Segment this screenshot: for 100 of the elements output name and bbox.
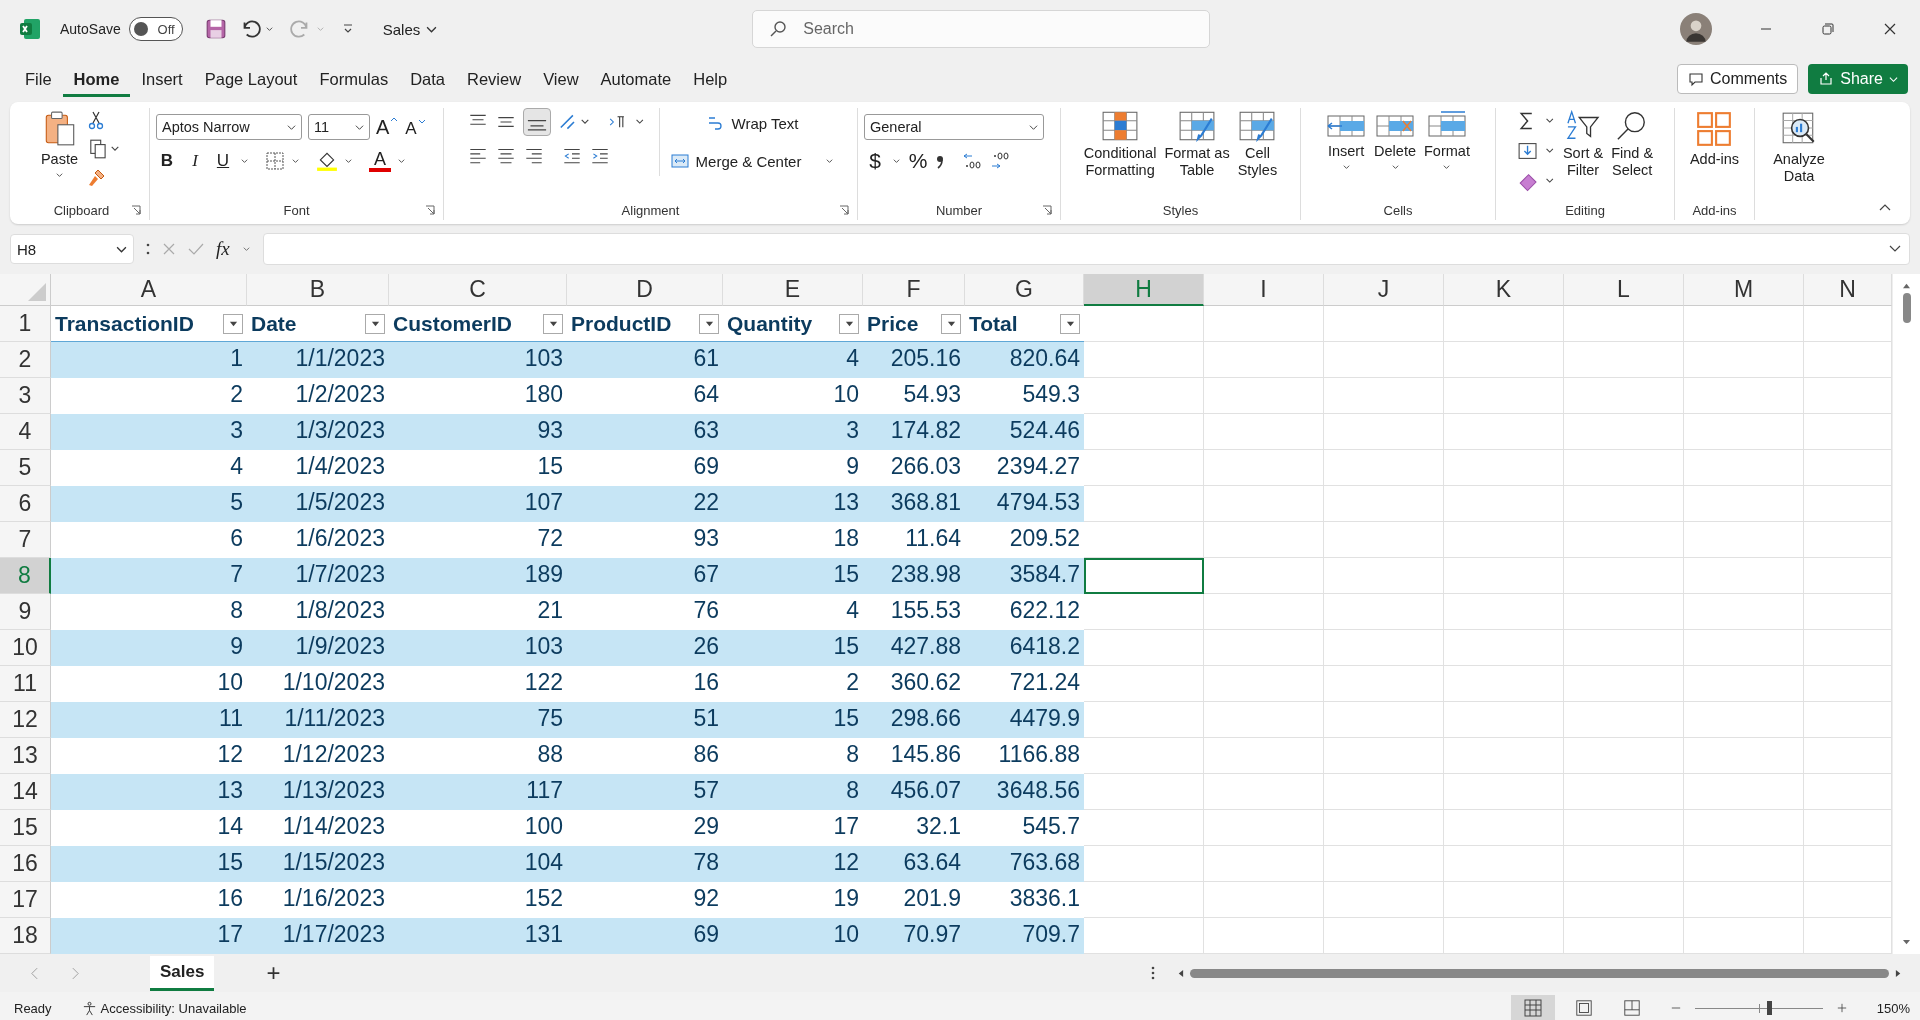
accessibility-button[interactable]: Accessibility: Unavailable	[81, 1000, 247, 1016]
menu-tab[interactable]: Home	[62, 61, 131, 97]
empty-cell[interactable]	[1084, 738, 1204, 774]
row-header[interactable]: 2	[0, 342, 51, 378]
empty-cell[interactable]	[1564, 666, 1684, 702]
empty-cell[interactable]	[1324, 702, 1444, 738]
filter-dropdown-button[interactable]	[1060, 313, 1080, 334]
zoom-level[interactable]: 150%	[1876, 1000, 1910, 1016]
styles-button[interactable]: Cell Styles	[1237, 108, 1278, 180]
empty-cell[interactable]	[1684, 882, 1804, 918]
empty-cell[interactable]	[1444, 414, 1564, 450]
empty-cell[interactable]	[1564, 450, 1684, 486]
filter-dropdown-button[interactable]	[223, 313, 243, 334]
empty-cell[interactable]	[1684, 666, 1804, 702]
empty-cell[interactable]	[1324, 846, 1444, 882]
empty-cell[interactable]	[1444, 306, 1564, 342]
empty-cell[interactable]	[1324, 774, 1444, 810]
row-header[interactable]: 12	[0, 702, 51, 738]
empty-cell[interactable]	[1204, 666, 1324, 702]
empty-cell[interactable]	[1444, 810, 1564, 846]
row-header[interactable]: 7	[0, 522, 51, 558]
empty-cell[interactable]	[1324, 450, 1444, 486]
row-header[interactable]: 11	[0, 666, 51, 702]
selected-cell[interactable]	[1084, 558, 1204, 594]
caret-icon[interactable]	[264, 24, 274, 34]
column-header[interactable]: K	[1444, 274, 1564, 306]
underline-button[interactable]: U	[212, 148, 234, 174]
format-painter-icon[interactable]	[86, 168, 107, 188]
empty-cell[interactable]	[1564, 594, 1684, 630]
empty-cell[interactable]	[1684, 522, 1804, 558]
cancel-icon[interactable]	[162, 242, 176, 256]
percent-button[interactable]: %	[907, 148, 929, 174]
empty-cell[interactable]	[1564, 486, 1684, 522]
filter-dropdown-button[interactable]	[543, 313, 563, 334]
row-header[interactable]: 6	[0, 486, 51, 522]
empty-cell[interactable]	[1204, 846, 1324, 882]
save-icon[interactable]	[204, 18, 227, 40]
dialog-launcher-icon[interactable]	[425, 205, 435, 215]
column-header[interactable]: F	[863, 274, 965, 306]
filter-dropdown-button[interactable]	[699, 313, 719, 334]
empty-cell[interactable]	[1084, 810, 1204, 846]
column-header[interactable]: C	[389, 274, 567, 306]
column-header[interactable]: M	[1684, 274, 1804, 306]
page-layout-icon[interactable]	[1574, 999, 1593, 1017]
scrollbar-thumb[interactable]	[1902, 293, 1911, 323]
empty-cell[interactable]	[1324, 810, 1444, 846]
italic-button[interactable]: I	[184, 148, 206, 174]
empty-cell[interactable]	[1444, 702, 1564, 738]
empty-cell[interactable]	[1444, 342, 1564, 378]
empty-cell[interactable]	[1204, 594, 1324, 630]
caret-icon[interactable]	[241, 244, 251, 254]
empty-cell[interactable]	[1204, 558, 1324, 594]
empty-cell[interactable]	[1204, 450, 1324, 486]
row-header[interactable]: 5	[0, 450, 51, 486]
empty-cell[interactable]	[1564, 306, 1684, 342]
empty-cell[interactable]	[1084, 882, 1204, 918]
menu-tab[interactable]: Automate	[589, 61, 683, 97]
empty-cell[interactable]	[1204, 810, 1324, 846]
empty-cell[interactable]	[1564, 738, 1684, 774]
empty-cell[interactable]	[1444, 738, 1564, 774]
empty-cell[interactable]	[1564, 882, 1684, 918]
column-header[interactable]: N	[1804, 274, 1892, 306]
insert-function-button[interactable]: fx	[216, 238, 230, 260]
empty-cell[interactable]	[1564, 630, 1684, 666]
restore-icon[interactable]	[1820, 21, 1836, 37]
empty-cell[interactable]	[1324, 342, 1444, 378]
normal-view-icon[interactable]	[1510, 995, 1555, 1020]
collapse-ribbon-icon[interactable]	[1878, 202, 1892, 212]
next-sheet-icon[interactable]	[71, 966, 80, 980]
share-button[interactable]: Share	[1808, 64, 1908, 94]
row-header[interactable]: 13	[0, 738, 51, 774]
empty-cell[interactable]	[1444, 522, 1564, 558]
empty-cell[interactable]	[1564, 342, 1684, 378]
currency-button[interactable]: $	[864, 148, 886, 174]
scrollbar-thumb[interactable]	[1190, 968, 1889, 978]
empty-cell[interactable]	[1324, 738, 1444, 774]
filter-dropdown-button[interactable]	[365, 313, 385, 334]
empty-cell[interactable]	[1204, 342, 1324, 378]
row-header[interactable]: 18	[0, 918, 51, 954]
empty-cell[interactable]	[1084, 450, 1204, 486]
row-header[interactable]: 15	[0, 810, 51, 846]
empty-cell[interactable]	[1084, 306, 1204, 342]
scroll-left-icon[interactable]	[1177, 968, 1184, 978]
filter-dropdown-button[interactable]	[839, 313, 859, 334]
fill-color-icon[interactable]	[316, 150, 338, 172]
close-icon[interactable]	[1882, 21, 1898, 37]
menu-tab[interactable]: Help	[682, 61, 739, 97]
empty-cell[interactable]	[1324, 378, 1444, 414]
previous-sheet-icon[interactable]	[30, 966, 39, 980]
empty-cell[interactable]	[1444, 450, 1564, 486]
expand-icon[interactable]	[1889, 245, 1901, 253]
empty-cell[interactable]	[1564, 414, 1684, 450]
menu-tab[interactable]: File	[14, 61, 63, 97]
empty-cell[interactable]	[1684, 810, 1804, 846]
caret-icon[interactable]	[892, 156, 901, 166]
styles-button[interactable]: Format as Table	[1164, 108, 1230, 180]
paste-button[interactable]: Paste	[40, 108, 79, 181]
empty-cell[interactable]	[1084, 378, 1204, 414]
editing-button[interactable]: Find & Select	[1611, 108, 1654, 180]
empty-cell[interactable]	[1684, 702, 1804, 738]
